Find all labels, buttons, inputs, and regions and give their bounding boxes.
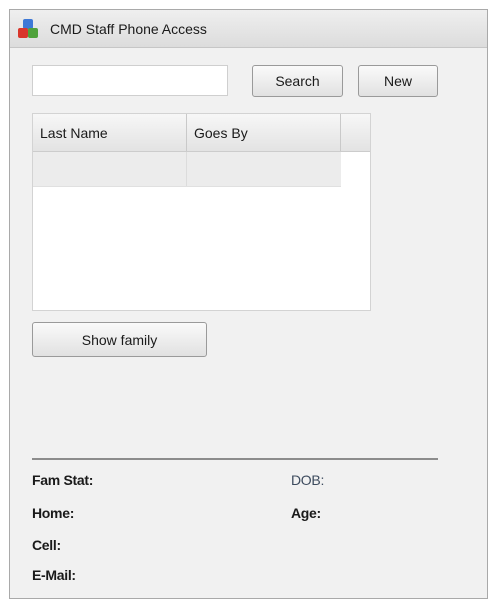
column-header-goes-by[interactable]: Goes By <box>187 114 341 151</box>
search-button[interactable]: Search <box>252 65 343 97</box>
age-label: Age: <box>291 505 321 521</box>
column-header-filler <box>341 114 370 151</box>
app-window: CMD Staff Phone Access Search New Last N… <box>9 9 488 599</box>
table-header: Last Name Goes By <box>33 114 370 152</box>
new-button[interactable]: New <box>358 65 438 97</box>
table-row[interactable] <box>33 152 341 187</box>
column-header-last-name[interactable]: Last Name <box>33 114 187 151</box>
search-input[interactable] <box>32 65 228 96</box>
title-bar[interactable]: CMD Staff Phone Access <box>10 10 487 48</box>
show-family-button[interactable]: Show family <box>32 322 207 357</box>
home-label: Home: <box>32 505 75 521</box>
results-table: Last Name Goes By <box>32 113 371 311</box>
email-label: E-Mail: <box>32 567 76 583</box>
famstat-label: Fam Stat: <box>32 472 94 488</box>
window-title: CMD Staff Phone Access <box>50 20 207 37</box>
divider <box>32 458 438 460</box>
table-cell-goes-by <box>187 152 341 186</box>
table-cell-last-name <box>33 152 187 186</box>
app-blocks-icon <box>18 18 38 39</box>
dob-label: DOB: <box>291 472 325 488</box>
cell-label: Cell: <box>32 537 61 553</box>
